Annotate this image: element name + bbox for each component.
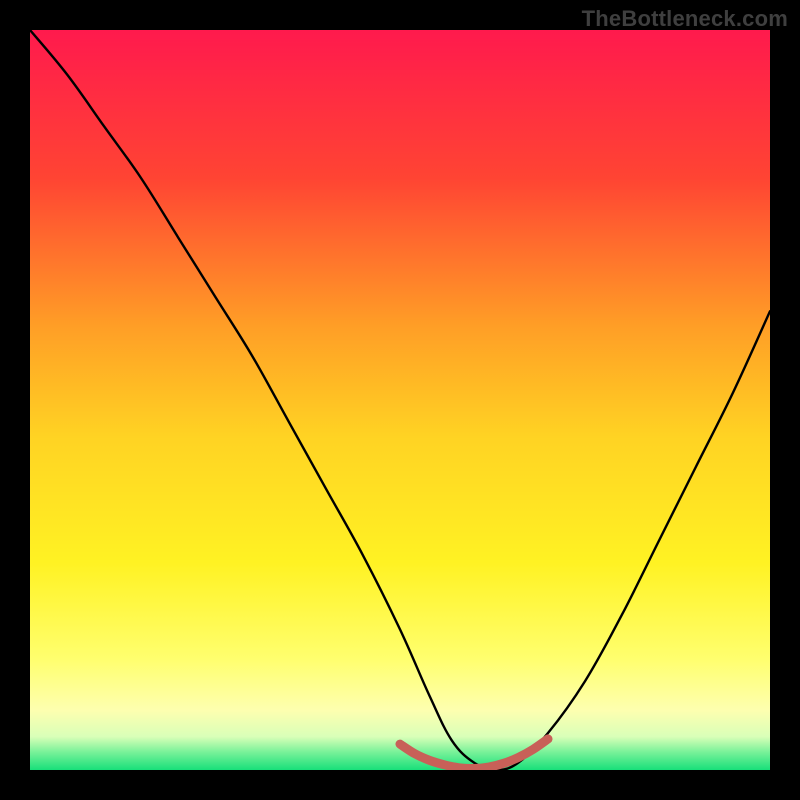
optimal-zone-highlight bbox=[400, 739, 548, 769]
watermark-text: TheBottleneck.com bbox=[582, 6, 788, 32]
bottleneck-curve bbox=[30, 30, 770, 770]
chart-frame: TheBottleneck.com bbox=[0, 0, 800, 800]
plot-area bbox=[30, 30, 770, 770]
curve-layer bbox=[30, 30, 770, 770]
